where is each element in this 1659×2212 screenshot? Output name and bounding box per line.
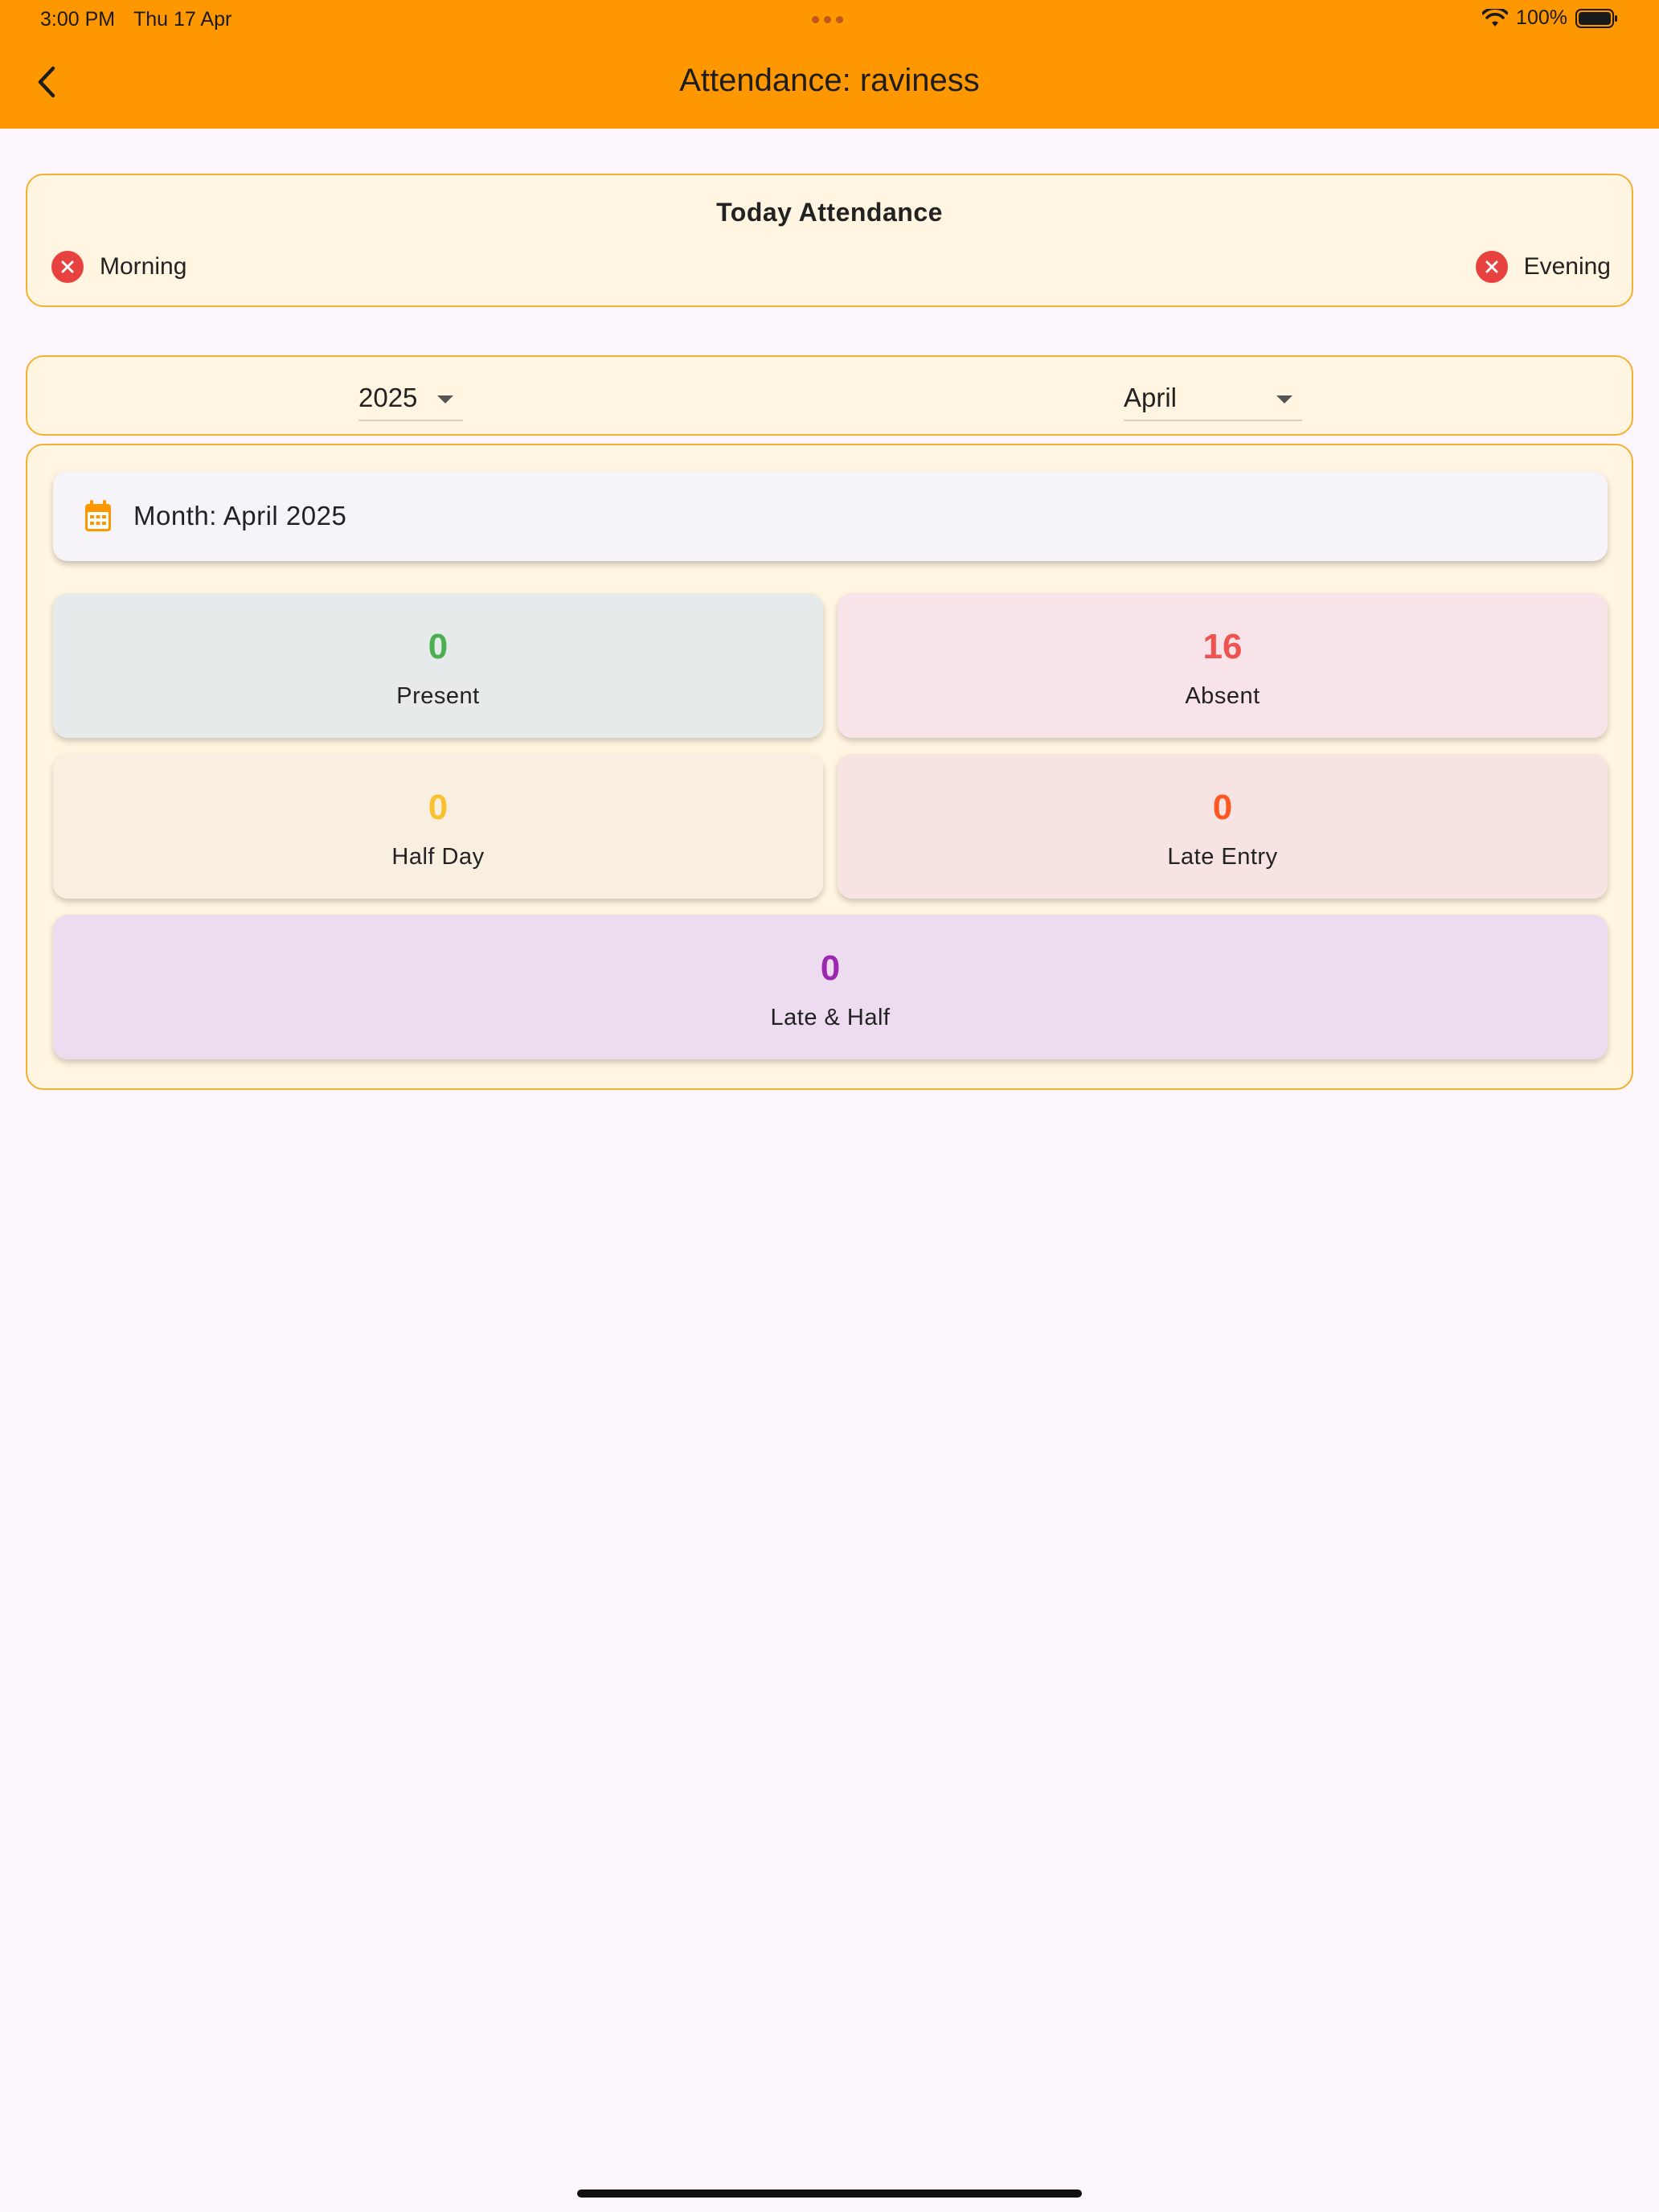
late-and-half-stat: 0 Late & Half	[53, 915, 1608, 1059]
half-day-label: Half Day	[391, 844, 485, 870]
late-and-half-label: Late & Half	[770, 1005, 891, 1030]
present-stat: 0 Present	[53, 593, 823, 738]
wifi-icon	[1482, 8, 1509, 27]
status-time: 3:00 PM	[40, 8, 116, 31]
late-entry-count: 0	[1212, 788, 1233, 827]
absent-x-icon	[1475, 251, 1508, 283]
year-dropdown[interactable]: 2025	[358, 376, 463, 421]
late-entry-stat: 0 Late Entry	[838, 754, 1608, 899]
month-header: Month: April 2025	[53, 471, 1608, 561]
absent-stat: 16 Absent	[838, 593, 1608, 738]
filter-card: 2025 April	[26, 355, 1633, 436]
present-count: 0	[428, 627, 449, 666]
morning-status: Morning	[51, 251, 186, 283]
app-bar: 3:00 PM Thu 17 Apr 100% Attendance: ravi…	[0, 0, 1659, 129]
today-attendance-title: Today Attendance	[716, 198, 943, 227]
late-entry-label: Late Entry	[1167, 844, 1278, 870]
caret-down-icon	[1276, 395, 1292, 403]
caret-down-icon	[437, 395, 453, 403]
present-label: Present	[396, 683, 480, 709]
month-value: April	[1124, 383, 1178, 412]
battery-icon	[1575, 8, 1617, 28]
month-label: Month: April 2025	[133, 501, 347, 530]
status-date: Thu 17 Apr	[133, 8, 232, 31]
month-dropdown[interactable]: April	[1124, 376, 1302, 421]
year-value: 2025	[358, 383, 418, 412]
calendar-icon	[85, 500, 111, 531]
half-day-stat: 0 Half Day	[53, 754, 823, 899]
home-indicator[interactable]	[577, 2189, 1082, 2198]
battery-percent: 100%	[1516, 6, 1567, 29]
late-and-half-count: 0	[820, 948, 841, 988]
half-day-count: 0	[428, 788, 449, 827]
absent-x-icon	[51, 251, 84, 283]
multitasking-dots-icon[interactable]	[812, 16, 843, 23]
today-attendance-card: Today Attendance Morning Evening	[26, 174, 1633, 307]
monthly-summary-card: Month: April 2025 0 Present 16 Absent 0 …	[26, 444, 1633, 1090]
page-title: Attendance: raviness	[679, 63, 980, 98]
morning-label: Morning	[100, 253, 187, 280]
evening-label: Evening	[1523, 253, 1611, 280]
evening-status: Evening	[1475, 251, 1611, 283]
absent-label: Absent	[1185, 683, 1260, 709]
status-right: 100%	[1482, 6, 1619, 30]
absent-count: 16	[1202, 627, 1243, 666]
